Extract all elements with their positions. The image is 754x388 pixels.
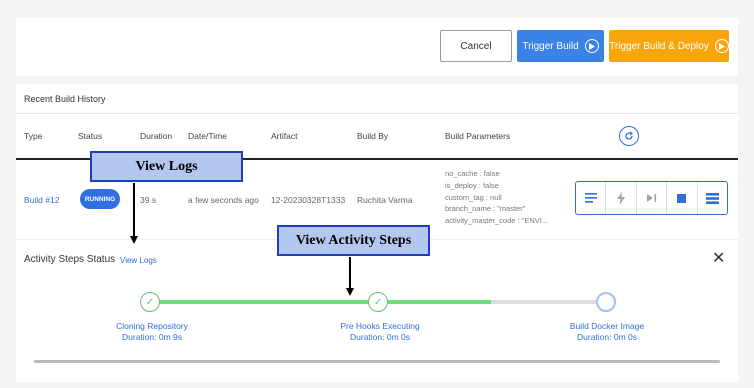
progress-track-done [150,300,378,304]
annotation-view-activity-steps: View Activity Steps [277,225,430,256]
logs-icon[interactable] [576,182,607,214]
build-param: no_cache : false [445,169,500,178]
annotation-arrowhead [346,288,354,296]
trigger-build-label: Trigger Build [522,40,579,52]
build-actions [575,181,728,215]
column-header-status: Status [78,131,103,141]
panel-title: Recent Build History [24,94,106,104]
column-header-duration: Duration [140,131,173,141]
cancel-button-label: Cancel [460,40,492,52]
close-icon[interactable]: ✕ [712,248,725,268]
build-param: custom_tag : null [445,192,502,202]
refresh-icon[interactable] [619,126,639,146]
trigger-build-deploy-button[interactable]: Trigger Build & Deploy [609,30,729,62]
play-icon [714,39,729,53]
in-progress-icon [596,292,616,312]
stop-icon[interactable] [667,182,698,214]
step-name: Pre Hooks Executing [340,321,420,331]
step-label: Cloning Repository Duration: 0m 9s [112,321,192,343]
step-duration: Duration: 0m 0s [577,332,637,342]
build-by: Ruchita Varma [357,195,413,205]
build-artifact: 12-20230328T1333 [271,195,346,205]
list-icon[interactable] [698,182,727,214]
build-param: branch_name : "master" [445,204,526,214]
build-param: is_deploy : false [445,180,499,190]
activity-steps-panel: Activity Steps Status View Logs ✕ ✓ ✓ Cl… [16,239,738,382]
divider [16,113,738,114]
step-name: Build Docker Image [569,321,645,331]
skip-icon[interactable] [637,182,668,214]
view-logs-link[interactable]: View Logs [120,256,157,265]
progress-track-done [378,300,491,304]
build-datetime: a few seconds ago [188,195,259,205]
annotation-arrowhead [130,236,138,244]
column-header-build-by: Build By [357,131,389,141]
progress-track-pending [491,300,601,304]
annotation-arrow [133,183,135,238]
check-icon: ✓ [140,292,160,312]
check-icon: ✓ [368,292,388,312]
trigger-build-button[interactable]: Trigger Build [517,30,604,62]
step-duration: Duration: 0m 0s [350,332,410,342]
activity-steps-icon[interactable] [606,182,637,214]
step-name: Cloning Repository [116,321,188,331]
annotation-arrow [349,257,351,289]
column-header-datetime: Date/Time [188,131,227,141]
status-badge: RUNNING [80,189,120,209]
column-header-type: Type [24,131,43,141]
build-param: activity_master_code : "ENVI... [445,216,549,226]
column-header-build-parameters: Build Parameters [445,131,511,141]
build-link[interactable]: Build #12 [24,195,59,205]
horizontal-scrollbar[interactable] [34,360,720,363]
toolbar: Cancel Trigger Build Trigger Build & Dep… [16,18,738,76]
step-label: Build Docker Image Duration: 0m 0s [564,321,650,343]
build-parameters: no_cache : false is_deploy : false custo… [445,168,548,227]
play-icon [584,39,599,53]
build-duration: 39 s [140,195,157,205]
column-header-artifact: Artifact [271,131,298,141]
step-duration: Duration: 0m 9s [122,332,182,342]
annotation-view-logs: View Logs [90,151,243,182]
step-label: Pre Hooks Executing Duration: 0m 0s [332,321,428,343]
activity-title: Activity Steps Status [24,254,116,265]
cancel-button[interactable]: Cancel [440,30,512,62]
trigger-build-deploy-label: Trigger Build & Deploy [609,40,709,52]
